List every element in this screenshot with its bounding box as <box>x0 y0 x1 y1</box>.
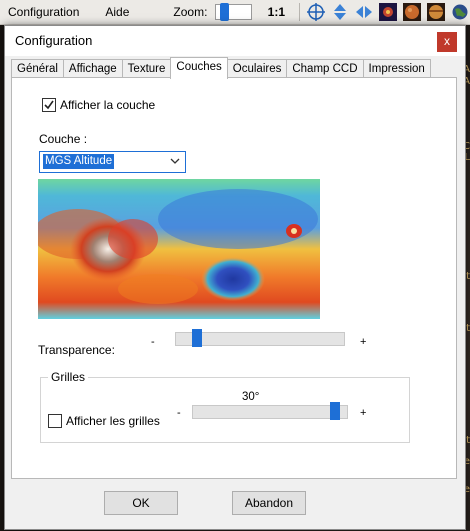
zoom-slider-thumb[interactable] <box>220 3 230 21</box>
deep-sky-icon[interactable] <box>378 2 398 22</box>
tab-champ-ccd[interactable]: Champ CCD <box>286 59 364 78</box>
close-icon: x <box>444 34 450 48</box>
layer-select-value: MGS Altitude <box>43 154 115 169</box>
tab-affichage[interactable]: Affichage <box>62 59 123 78</box>
tab-impression[interactable]: Impression <box>362 59 431 78</box>
chevron-down-icon <box>169 155 181 170</box>
ok-button[interactable]: OK <box>104 491 178 515</box>
grids-value: 30° <box>242 391 260 403</box>
globe-icon[interactable] <box>450 2 470 22</box>
arrows-horizontal-icon[interactable] <box>354 2 374 22</box>
tab-couches[interactable]: Couches <box>170 57 228 79</box>
show-grids-checkbox[interactable] <box>48 414 62 428</box>
menu-configuration[interactable]: Configuration <box>2 5 85 19</box>
layer-select[interactable]: MGS Altitude <box>39 151 186 173</box>
transparency-slider-thumb[interactable] <box>192 329 202 347</box>
checkmark-icon <box>44 100 54 110</box>
toolbar-icons <box>297 2 470 22</box>
zoom-label: Zoom: <box>173 5 208 19</box>
transparency-label: Transparence: <box>38 343 115 357</box>
transparency-plus: + <box>360 336 367 348</box>
dialog-titlebar: Configuration x <box>5 26 465 56</box>
show-grids-row[interactable]: Afficher les grilles <box>48 414 160 428</box>
arrows-vertical-icon[interactable] <box>330 2 350 22</box>
cancel-button[interactable]: Abandon <box>232 491 306 515</box>
configuration-dialog: Configuration x Général Affichage Textur… <box>4 25 466 530</box>
layer-preview-map <box>38 179 320 319</box>
couches-panel: Afficher la couche Couche : MGS Altitude <box>11 77 457 479</box>
app-menubar: Configuration Aide Zoom: 1:1 <box>0 0 470 25</box>
grids-plus: + <box>360 407 367 419</box>
zoom-value: 1:1 <box>267 5 285 19</box>
grids-title: Grilles <box>48 370 89 384</box>
tab-bar: Général Affichage Texture Couches Oculai… <box>11 57 431 79</box>
tab-general[interactable]: Général <box>11 59 64 78</box>
grids-slider-thumb[interactable] <box>330 402 340 420</box>
show-layer-checkbox[interactable] <box>42 98 56 112</box>
menu-aide[interactable]: Aide <box>99 5 135 19</box>
close-button[interactable]: x <box>437 32 457 52</box>
jupiter-icon[interactable] <box>426 2 446 22</box>
show-layer-label: Afficher la couche <box>60 98 156 112</box>
grids-slider[interactable] <box>192 402 348 420</box>
layer-label: Couche : <box>39 132 88 146</box>
crosshair-icon[interactable] <box>306 2 326 22</box>
transparency-minus: - <box>151 336 155 348</box>
toolbar-separator <box>299 3 300 21</box>
zoom-slider[interactable] <box>215 3 252 21</box>
grids-minus: - <box>177 407 181 419</box>
show-grids-label: Afficher les grilles <box>66 414 160 428</box>
dialog-title: Configuration <box>15 33 93 48</box>
transparency-slider[interactable] <box>175 329 345 347</box>
tab-oculaires[interactable]: Oculaires <box>226 59 288 78</box>
tab-texture[interactable]: Texture <box>121 59 172 78</box>
show-layer-row[interactable]: Afficher la couche <box>42 98 155 112</box>
mars-icon[interactable] <box>402 2 422 22</box>
